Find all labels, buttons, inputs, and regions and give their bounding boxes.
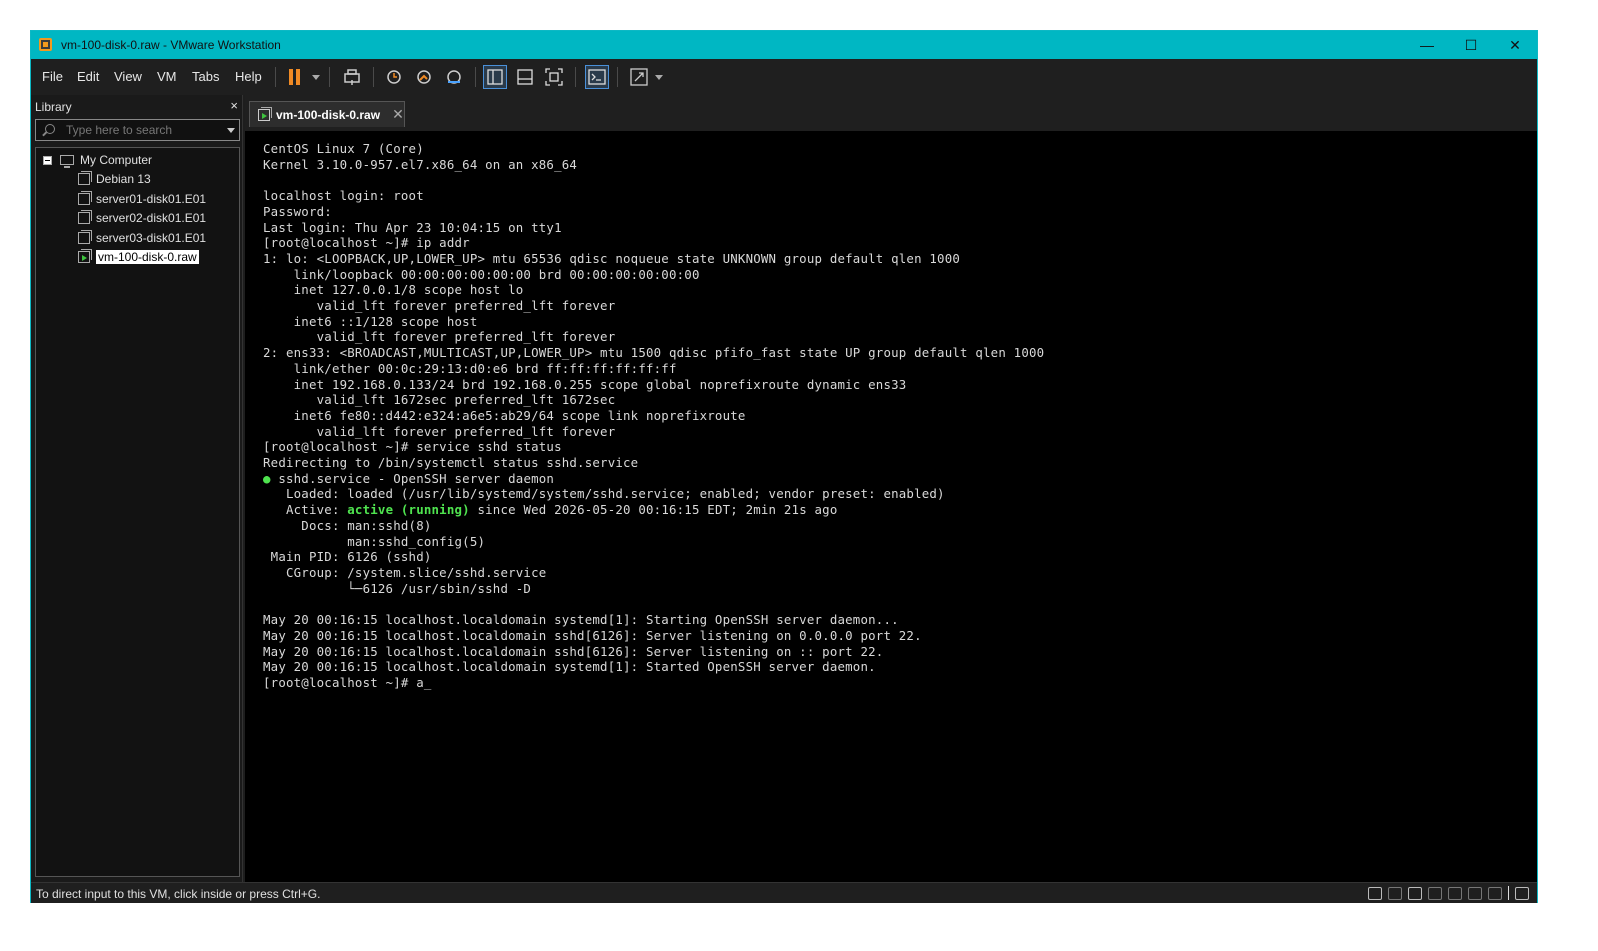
title-bar[interactable]: vm-100-disk-0.raw - VMware Workstation —… — [31, 31, 1537, 59]
toolbar-separator — [275, 67, 276, 87]
revert-snapshot-icon[interactable] — [412, 65, 436, 89]
toolbar-separator — [475, 67, 476, 87]
library-tree: My Computer Debian 13 server01-disk01.E0… — [35, 147, 240, 877]
toolbar-separator — [617, 67, 618, 87]
printer-icon[interactable] — [1468, 886, 1482, 900]
console-text-after-status: since Wed 2026-05-20 00:16:15 EDT; 2min … — [263, 502, 922, 690]
service-bullet-icon: ● — [263, 470, 271, 486]
menu-help[interactable]: Help — [235, 69, 262, 84]
tree-item-server01[interactable]: server01-disk01.E01 — [78, 190, 206, 208]
stretch-dropdown-icon[interactable] — [655, 75, 663, 80]
pause-icon[interactable] — [283, 65, 307, 89]
menu-tabs[interactable]: Tabs — [192, 69, 219, 84]
tree-root-label: My Computer — [80, 153, 153, 167]
message-icon[interactable] — [1515, 886, 1529, 900]
status-bar: To direct input to this VM, click inside… — [31, 882, 1537, 903]
search-dropdown-icon[interactable] — [227, 128, 235, 133]
tree-root-my-computer[interactable]: My Computer — [43, 151, 152, 169]
snapshot-icon[interactable] — [382, 65, 406, 89]
running-vm-icon — [78, 249, 92, 263]
hard-disk-icon[interactable] — [1368, 886, 1382, 900]
tree-item-server03[interactable]: server03-disk01.E01 — [78, 229, 206, 247]
vmware-logo-icon — [39, 38, 52, 51]
library-panel: Library × My Computer Debian 13 server01… — [31, 95, 243, 882]
vm-console[interactable]: CentOS Linux 7 (Core) Kernel 3.10.0-957.… — [245, 131, 1537, 882]
show-library-icon[interactable] — [483, 65, 507, 89]
library-title: Library — [35, 100, 72, 114]
tree-item-vm-100-disk-0[interactable]: vm-100-disk-0.raw — [78, 248, 199, 266]
library-close-icon[interactable]: × — [230, 98, 238, 113]
console-view-icon[interactable] — [585, 65, 609, 89]
vm-icon — [78, 210, 92, 224]
console-output: CentOS Linux 7 (Core) Kernel 3.10.0-957.… — [263, 141, 1044, 691]
tree-item-label: server03-disk01.E01 — [96, 231, 207, 245]
full-screen-icon[interactable] — [542, 65, 566, 89]
show-thumbnail-icon[interactable] — [513, 65, 537, 89]
tree-item-label: server02-disk01.E01 — [96, 211, 207, 225]
usb-icon[interactable] — [1428, 886, 1442, 900]
menu-file[interactable]: File — [42, 69, 63, 84]
stretch-icon[interactable] — [627, 65, 651, 89]
toolbar-separator — [329, 67, 330, 87]
menu-toolbar: File Edit View VM Tabs Help — [31, 59, 1537, 95]
maximize-button[interactable]: ☐ — [1449, 33, 1493, 57]
status-separator — [1508, 886, 1509, 900]
vm-icon — [78, 191, 92, 205]
device-icons — [1368, 886, 1529, 900]
tree-item-debian-13[interactable]: Debian 13 — [78, 170, 151, 188]
computer-icon — [60, 155, 74, 168]
tab-vm-100-disk-0[interactable]: vm-100-disk-0.raw ✕ — [249, 101, 405, 127]
sound-icon[interactable] — [1448, 886, 1462, 900]
vm-icon — [78, 171, 92, 185]
search-icon — [45, 124, 55, 134]
vm-icon — [78, 230, 92, 244]
window-title: vm-100-disk-0.raw - VMware Workstation — [61, 38, 281, 52]
collapse-icon[interactable] — [43, 155, 52, 165]
status-message: To direct input to this VM, click inside… — [36, 887, 321, 901]
search-input[interactable] — [66, 122, 216, 138]
network-icon[interactable] — [1408, 886, 1422, 900]
tree-item-label: server01-disk01.E01 — [96, 192, 207, 206]
close-button[interactable]: ✕ — [1493, 33, 1537, 57]
tree-item-server02[interactable]: server02-disk01.E01 — [78, 209, 206, 227]
toolbar-separator — [373, 67, 374, 87]
tab-close-icon[interactable]: ✕ — [392, 106, 404, 123]
tree-item-label: Debian 13 — [96, 172, 151, 186]
display-icon[interactable] — [1488, 886, 1502, 900]
vmware-window: vm-100-disk-0.raw - VMware Workstation —… — [30, 30, 1538, 903]
snapshot-manager-icon[interactable] — [442, 65, 466, 89]
tab-bar: vm-100-disk-0.raw ✕ — [245, 95, 1537, 131]
toolbar-separator — [575, 67, 576, 87]
console-text-before-status: CentOS Linux 7 (Core) Kernel 3.10.0-957.… — [263, 141, 1045, 471]
send-ctrl-alt-del-icon[interactable] — [340, 65, 364, 89]
minimize-button[interactable]: — — [1405, 33, 1449, 57]
tree-item-label-selected: vm-100-disk-0.raw — [96, 250, 199, 264]
running-vm-icon — [258, 106, 272, 121]
menu-view[interactable]: View — [114, 69, 142, 84]
power-dropdown-icon[interactable] — [312, 75, 320, 80]
service-active-status: active (running) — [347, 502, 470, 518]
library-search[interactable] — [35, 119, 240, 141]
tab-label: vm-100-disk-0.raw — [276, 107, 381, 122]
cd-dvd-icon[interactable] — [1388, 886, 1402, 900]
menu-vm[interactable]: VM — [157, 69, 177, 84]
menu-edit[interactable]: Edit — [77, 69, 99, 84]
